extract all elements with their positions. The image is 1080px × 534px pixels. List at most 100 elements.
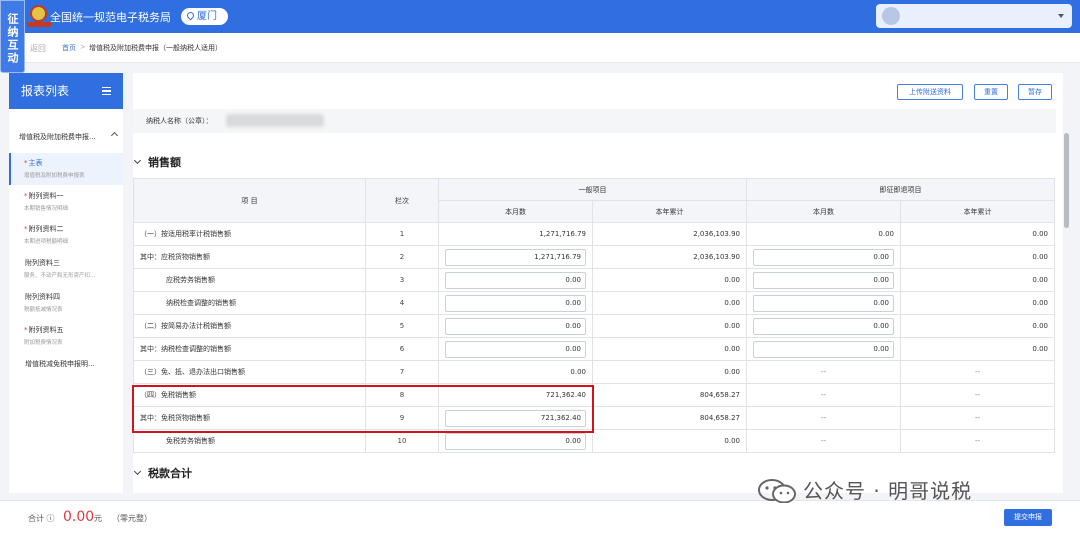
- sidebar-item-sub: 本期销售情况明细: [24, 206, 69, 212]
- section-sales[interactable]: 销售额: [133, 154, 181, 170]
- section-tax-total[interactable]: 税款合计: [133, 465, 192, 481]
- tax-emblem-ribbon: [27, 22, 51, 27]
- general-month-input[interactable]: 0.00: [445, 317, 586, 335]
- city-selector[interactable]: 厦门: [181, 8, 228, 25]
- sales-table: 项 目 栏次 一般项目 即征即退项目 本月数 本年累计 本月数 本年累计 （一）…: [133, 178, 1055, 453]
- general-month-input[interactable]: 0.00: [445, 432, 586, 450]
- sidebar-item-vat-exemption[interactable]: 增值税减免税申报明...: [9, 354, 123, 386]
- user-menu[interactable]: [876, 4, 1072, 28]
- refund-month-input[interactable]: 0.00: [753, 294, 894, 312]
- breadcrumb-separator: >: [80, 43, 86, 51]
- interaction-float-tab[interactable]: 征纳互动: [0, 0, 25, 73]
- chevron-down-icon: [133, 467, 142, 476]
- chevron-down-icon: [133, 156, 142, 165]
- main-panel: 上传附送资料 重置 暂存 纳税人名称（公章）： 销售额 项 目 栏次 一般项目 …: [132, 73, 1063, 493]
- header-general: 一般项目: [438, 178, 747, 201]
- general-ytd-value: 0.00: [592, 337, 747, 361]
- header-column-no: 栏次: [365, 178, 439, 223]
- refund-month-value: 0.00: [746, 222, 901, 246]
- system-title: 全国统一规范电子税务局: [50, 11, 171, 24]
- sidebar-item-sub: 服务、不动产和无形资产扣...: [24, 273, 96, 279]
- submit-declaration-button[interactable]: 提交申报: [1004, 509, 1052, 526]
- refund-ytd-value: --: [900, 406, 1055, 430]
- refund-month-value: --: [746, 429, 901, 453]
- sidebar-item-sub: 税额抵减情况表: [24, 307, 63, 313]
- general-month-input[interactable]: 0.00: [445, 340, 586, 358]
- general-month-input[interactable]: 0.00: [445, 294, 586, 312]
- upload-attachments-button[interactable]: 上传附送资料: [897, 84, 963, 100]
- breadcrumb-home[interactable]: 首页: [62, 43, 76, 53]
- total-unit: 元: [94, 514, 102, 523]
- sidebar-item-annex-5[interactable]: *附列资料五 附加税费情况表: [9, 320, 123, 352]
- reset-button[interactable]: 重置: [974, 84, 1008, 100]
- table-row: 应税劳务销售额 3 0.00 0.00 0.00 0.00: [133, 268, 1055, 292]
- save-draft-button[interactable]: 暂存: [1018, 84, 1052, 100]
- taxpayer-row: 纳税人名称（公章）：: [133, 109, 1056, 133]
- breadcrumb-current: 增值税及附加税费申报（一般纳税人适用）: [89, 44, 222, 52]
- watermark-text: 公众号 · 明哥说税: [803, 479, 973, 503]
- table-row: （三）免、抵、退办法出口销售额 7 0.00 0.00 -- --: [133, 360, 1055, 384]
- general-month-input[interactable]: 1,271,716.79: [445, 248, 586, 266]
- sidebar-item-annex-4[interactable]: 附列资料四 税额抵减情况表: [9, 287, 123, 319]
- general-ytd-value: 804,658.27: [592, 406, 747, 430]
- table-row: 其中：纳税检查调整的销售额 6 0.00 0.00 0.00 0.00: [133, 337, 1055, 361]
- row-no: 1: [365, 222, 439, 246]
- sidebar-item-annex-1[interactable]: *附列资料一 本期销售情况明细: [9, 186, 123, 218]
- refund-month-input[interactable]: 0.00: [753, 317, 894, 335]
- avatar: [882, 7, 900, 25]
- header-item: 项 目: [133, 178, 366, 223]
- sidebar-item-label: 附列资料五: [28, 326, 64, 334]
- scrollbar-thumb[interactable]: [1064, 133, 1069, 228]
- row-no: 4: [365, 291, 439, 315]
- row-no: 3: [365, 268, 439, 292]
- sidebar-item-label: 主表: [28, 159, 43, 167]
- refund-ytd-value: --: [900, 383, 1055, 407]
- back-link[interactable]: 返回: [30, 43, 46, 54]
- header-general-ytd: 本年累计: [592, 200, 747, 223]
- sidebar-item-annex-3[interactable]: 附列资料三 服务、不动产和无形资产扣...: [9, 253, 123, 285]
- refund-month-input[interactable]: 0.00: [753, 271, 894, 289]
- sidebar-group-label: 增值税及附加税费申报...: [19, 133, 96, 141]
- top-bar: 全国统一规范电子税务局 厦门: [0, 0, 1080, 33]
- row-item: 纳税检查调整的销售额: [133, 291, 366, 315]
- menu-icon[interactable]: [102, 87, 111, 95]
- header-general-month: 本月数: [438, 200, 593, 223]
- table-row: （一）按适用税率计税销售额 1 1,271,716.79 2,036,103.9…: [133, 222, 1055, 246]
- sidebar-group[interactable]: 增值税及附加税费申报...: [19, 131, 119, 142]
- sidebar-header: 报表列表: [9, 73, 123, 109]
- sidebar-item-sub: 本期进项税额明细: [24, 239, 69, 245]
- taxpayer-name-redacted: [226, 114, 324, 127]
- row-item: （二）按简易办法计税销售额: [133, 314, 366, 338]
- sidebar-item-annex-2[interactable]: *附列资料二 本期进项税额明细: [9, 219, 123, 251]
- refund-month-value: --: [746, 406, 901, 430]
- table-row: 免税劳务销售额 10 0.00 0.00 -- --: [133, 429, 1055, 453]
- refund-ytd-value: 0.00: [900, 268, 1055, 292]
- section-sales-title: 销售额: [148, 156, 181, 169]
- row-item: 应税劳务销售额: [133, 268, 366, 292]
- refund-ytd-value: --: [900, 429, 1055, 453]
- row-no: 9: [365, 406, 439, 430]
- refund-ytd-value: --: [900, 360, 1055, 384]
- general-month-input[interactable]: 721,362.40: [445, 409, 586, 427]
- row-no: 5: [365, 314, 439, 338]
- refund-month-input[interactable]: 0.00: [753, 340, 894, 358]
- row-no: 8: [365, 383, 439, 407]
- table-row: （二）按简易办法计税销售额 5 0.00 0.00 0.00 0.00: [133, 314, 1055, 338]
- wechat-logo-icon: [758, 479, 796, 503]
- row-no: 7: [365, 360, 439, 384]
- sidebar-item-main[interactable]: *主表 增值税及附加税费申报表: [9, 153, 123, 185]
- required-mark: *: [24, 225, 28, 233]
- refund-ytd-value: 0.00: [900, 291, 1055, 315]
- refund-ytd-value: 0.00: [900, 222, 1055, 246]
- sidebar-item-sub: 附加税费情况表: [24, 340, 63, 346]
- general-ytd-value: 0.00: [592, 360, 747, 384]
- table-row: 其中：免税货物销售额 9 721,362.40 804,658.27 -- --: [133, 406, 1055, 430]
- tax-emblem-icon: [30, 5, 47, 22]
- general-ytd-value: 2,036,103.90: [592, 222, 747, 246]
- refund-month-input[interactable]: 0.00: [753, 248, 894, 266]
- report-list-sidebar: 报表列表 增值税及附加税费申报... *主表 增值税及附加税费申报表 *附列资料…: [9, 73, 123, 493]
- total-value: 0.00: [63, 509, 95, 525]
- row-item: 其中：免税货物销售额: [133, 406, 366, 430]
- general-month-input[interactable]: 0.00: [445, 271, 586, 289]
- refund-month-value: --: [746, 383, 901, 407]
